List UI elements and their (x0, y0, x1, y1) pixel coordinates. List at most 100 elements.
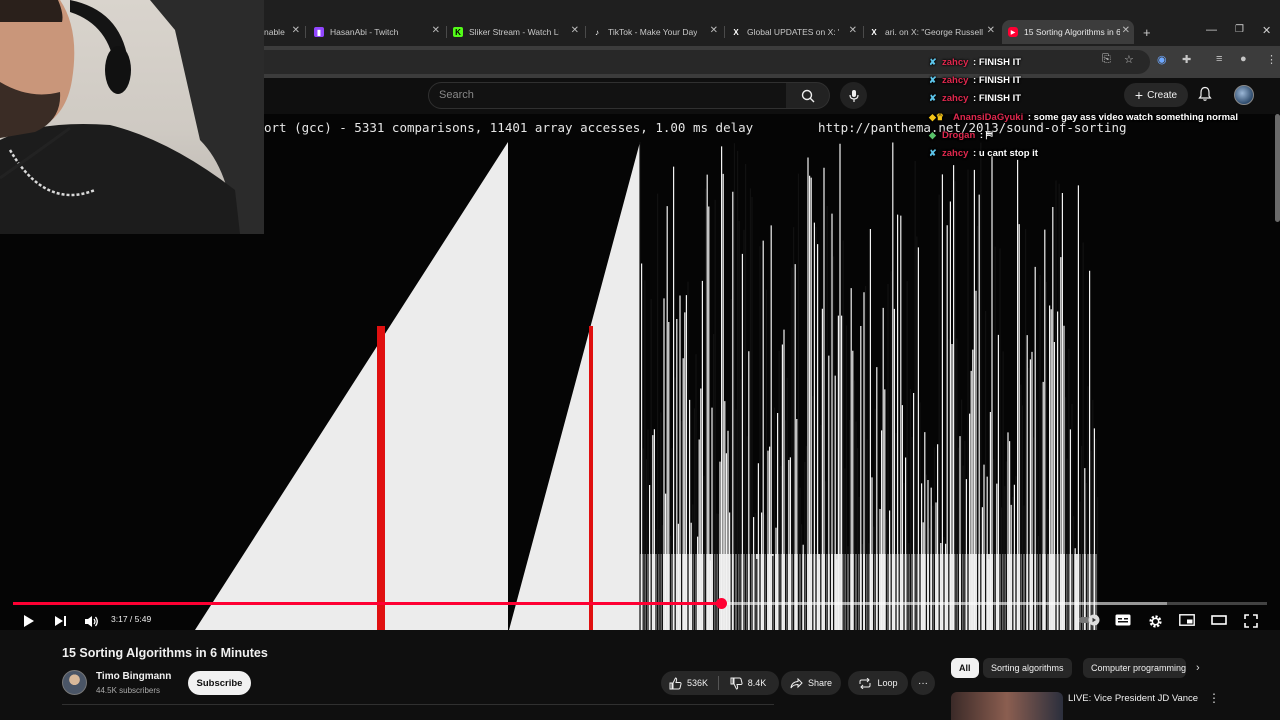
time-display: 3:17 / 5:49 (111, 614, 152, 624)
recommended-title[interactable]: LIVE: Vice President JD Vance (1068, 693, 1198, 704)
autoplay-toggle-icon (1079, 614, 1100, 626)
subtitles-icon (1115, 614, 1131, 626)
miniplayer-button[interactable] (1178, 612, 1196, 628)
description-divider (62, 704, 774, 705)
tab-0-title: nable (264, 27, 285, 37)
chip-all[interactable]: All (951, 658, 979, 678)
close-icon[interactable]: ✕ (987, 25, 995, 36)
sword-icon: ✘ (929, 74, 937, 85)
close-icon[interactable]: ✕ (432, 25, 440, 36)
subscribe-button[interactable]: Subscribe (188, 671, 251, 695)
autoplay-toggle[interactable] (1078, 612, 1102, 628)
recommended-menu-icon[interactable]: ⋮ (1208, 691, 1220, 705)
gem-icon: ◆ (929, 129, 936, 140)
tab-2-title: Sliker Stream - Watch Live (469, 27, 559, 37)
youtube-icon: ▶ (1008, 27, 1018, 37)
chat-overlay: ✘ zahcy : FINISH IT ✘ zahcy : FINISH IT … (929, 53, 1269, 163)
tiktok-icon: ♪ (595, 27, 599, 37)
x-icon: X (733, 27, 739, 37)
tab-4[interactable]: X Global UPDATES on X: "🔺 ✕ (731, 20, 861, 44)
search-input[interactable] (429, 83, 787, 107)
progress-played (13, 602, 721, 605)
chevron-right-icon[interactable]: › (1196, 662, 1200, 674)
tab-4-title: Global UPDATES on X: "🔺 (747, 26, 839, 37)
like-divider (718, 676, 719, 690)
tab-0[interactable]: nable ✕ (264, 20, 304, 44)
settings-button[interactable] (1146, 612, 1164, 630)
highlight-bar-2 (589, 326, 593, 630)
subtitles-button[interactable] (1114, 612, 1132, 628)
thumbs-up-icon (669, 676, 682, 689)
volume-icon (84, 615, 98, 627)
recommended-thumbnail[interactable] (951, 692, 1063, 720)
twitch-icon: ▮ (314, 27, 324, 37)
dislike-button[interactable]: 8.4K (722, 671, 774, 695)
tab-6-active[interactable]: ▶ 15 Sorting Algorithms in 6 ✕ (1002, 20, 1134, 44)
minimize-icon[interactable]: — (1206, 24, 1217, 36)
more-actions-button[interactable]: ··· (911, 671, 935, 695)
more-icon: ··· (918, 677, 928, 689)
play-icon (24, 615, 34, 627)
theater-icon (1211, 615, 1227, 625)
video-overlay-stats: ort (gcc) - 5331 comparisons, 11401 arra… (264, 120, 754, 135)
tab-2[interactable]: K Sliker Stream - Watch Live ✕ (453, 20, 583, 44)
close-icon[interactable]: ✕ (292, 25, 300, 36)
loop-icon (859, 677, 871, 689)
page-scrollbar[interactable] (1275, 114, 1280, 222)
sorted-run-2 (509, 142, 640, 630)
chat-username: zahcy (942, 56, 969, 68)
theater-mode-button[interactable] (1210, 612, 1228, 628)
chat-message: ✘ zahcy : u cant stop it (929, 148, 1038, 160)
chat-message: ✘ zahcy : FINISH IT (929, 93, 1022, 105)
close-icon[interactable]: ✕ (710, 25, 718, 36)
chat-text: FINISH IT (978, 56, 1022, 68)
close-icon[interactable]: ✕ (1122, 25, 1130, 36)
chat-message: ◆♛ AnansiDaGyuki : some gay ass video wa… (929, 111, 1238, 123)
chip-label: Computer programming (1091, 663, 1186, 673)
search-button[interactable] (786, 82, 830, 109)
voice-search-button[interactable] (840, 82, 867, 109)
microphone-icon (848, 89, 859, 102)
share-label: Share (807, 678, 833, 688)
chip-sorting-algorithms[interactable]: Sorting algorithms (983, 658, 1072, 678)
like-button[interactable]: 536K (669, 676, 709, 690)
highlight-bar-1 (377, 326, 385, 630)
search-icon (801, 89, 814, 102)
tab-5-title: ari. on X: "George Russell (885, 27, 983, 37)
close-icon[interactable]: ✕ (849, 25, 857, 36)
dislike-count: 8.4K (747, 678, 767, 688)
chat-message: ✘ zahcy : FINISH IT (929, 74, 1022, 86)
loop-button[interactable]: Loop (848, 671, 908, 695)
share-button[interactable]: Share (781, 671, 841, 695)
gear-icon (1148, 614, 1162, 628)
chip-computer-programming[interactable]: Computer programming (1083, 658, 1186, 678)
restore-icon[interactable]: ❐ (1235, 24, 1244, 35)
emote-icon: ⛿ (985, 129, 993, 141)
volume-button[interactable] (82, 612, 100, 630)
thumbs-down-icon (730, 677, 743, 690)
chat-text: FINISH IT (978, 93, 1022, 105)
tab-5[interactable]: X ari. on X: "George Russell ✕ (869, 20, 999, 44)
next-button[interactable] (51, 612, 69, 630)
channel-avatar[interactable] (62, 670, 87, 695)
unsorted-region (639, 142, 1099, 630)
search-box[interactable] (428, 82, 788, 109)
video-title: 15 Sorting Algorithms in 6 Minutes (62, 646, 268, 660)
webcam-figure (0, 0, 264, 234)
close-icon[interactable]: ✕ (571, 25, 579, 36)
like-count: 536K (687, 678, 709, 688)
chat-message: ◆ Drogan : ⛿ (929, 129, 993, 141)
channel-name[interactable]: Timo Bingmann (96, 671, 171, 682)
progress-bar[interactable] (13, 598, 1267, 609)
tab-3[interactable]: ♪ TikTok - Make Your Day ✕ (592, 20, 722, 44)
window-close-icon[interactable]: ✕ (1262, 24, 1271, 37)
fullscreen-button[interactable] (1242, 612, 1260, 630)
tab-1[interactable]: ▮ HasanAbi - Twitch ✕ (314, 20, 444, 44)
new-tab-button[interactable]: + (1143, 20, 1157, 44)
play-button[interactable] (20, 612, 38, 630)
scrubber-handle[interactable] (715, 598, 727, 609)
loop-label: Loop (877, 678, 898, 688)
new-tab-label: + (1143, 24, 1151, 40)
tab-3-title: TikTok - Make Your Day (608, 27, 698, 37)
fullscreen-icon (1244, 614, 1258, 628)
